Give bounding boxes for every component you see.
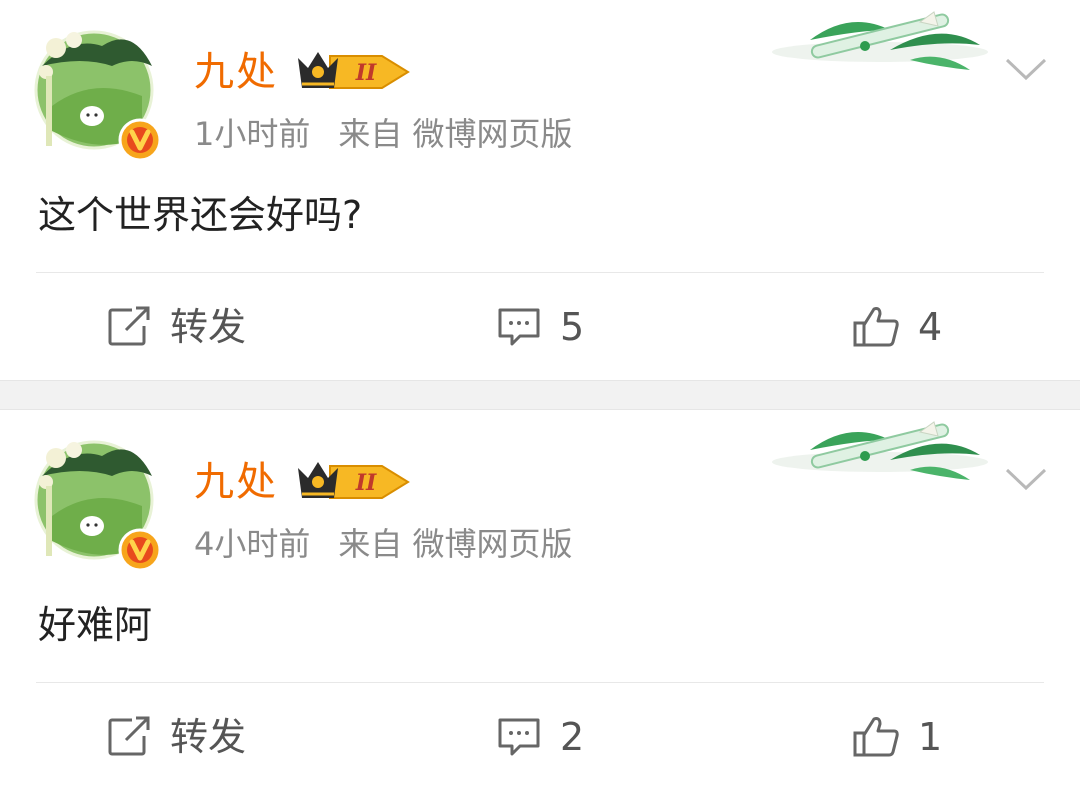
post-time: 1小时前	[194, 115, 311, 153]
comment-button[interactable]: 2	[496, 684, 584, 790]
divider	[36, 272, 1044, 273]
comment-count: 5	[560, 305, 585, 349]
feed-post: 九处 II 4小时前 来自 微博网页版 好难阿 转发 2 1	[0, 410, 1080, 787]
post-meta: 1小时前 来自 微博网页版	[194, 112, 573, 156]
comment-button[interactable]: 5	[496, 274, 584, 380]
post-source: 来自 微博网页版	[338, 115, 573, 153]
chevron-down-icon[interactable]	[1004, 56, 1048, 82]
post-source: 来自 微博网页版	[338, 525, 573, 563]
bamboo-flute-decoration	[772, 421, 988, 480]
chevron-down-icon[interactable]	[1004, 466, 1048, 492]
comment-icon	[498, 718, 540, 756]
bamboo-flute-decoration	[772, 11, 988, 70]
post-meta: 4小时前 来自 微博网页版	[194, 522, 573, 566]
repost-icon	[108, 716, 150, 756]
like-button[interactable]: 4	[852, 274, 942, 380]
repost-label: 转发	[170, 715, 247, 759]
username[interactable]: 九处	[194, 458, 278, 506]
like-count: 1	[918, 715, 943, 759]
vip-level-label: II	[355, 470, 377, 496]
repost-icon	[108, 306, 150, 346]
repost-button[interactable]: 转发	[106, 274, 246, 380]
vip-crown-icon[interactable]: II	[296, 46, 410, 92]
divider	[36, 682, 1044, 683]
post-actions-bar: 转发 5 4	[0, 274, 1080, 380]
repost-label: 转发	[170, 305, 247, 349]
post-time: 4小时前	[194, 525, 311, 563]
verified-badge-icon	[118, 528, 162, 572]
comment-count: 2	[560, 715, 585, 759]
vip-level-label: II	[355, 60, 377, 86]
post-content: 这个世界还会好吗?	[38, 193, 363, 237]
username[interactable]: 九处	[194, 48, 278, 96]
like-button[interactable]: 1	[852, 684, 942, 790]
vip-crown-icon[interactable]: II	[296, 456, 410, 502]
like-icon	[853, 307, 899, 347]
post-actions-bar: 转发 2 1	[0, 684, 1080, 790]
verified-badge-icon	[118, 118, 162, 162]
post-content: 好难阿	[38, 603, 153, 647]
like-icon	[853, 717, 899, 757]
feed-post: 九处 II 1小时前 来自 微博网页版 这个世界还会好吗? 转发 5 4	[0, 0, 1080, 380]
feed-separator	[0, 380, 1080, 410]
like-count: 4	[918, 305, 943, 349]
repost-button[interactable]: 转发	[106, 684, 246, 790]
comment-icon	[498, 308, 540, 346]
